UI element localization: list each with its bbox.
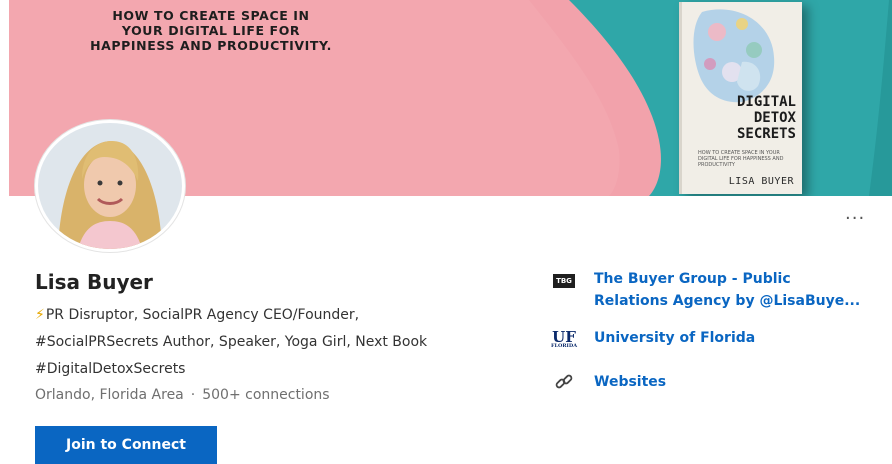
company-logo: TBG — [553, 268, 575, 290]
separator: · — [190, 387, 196, 403]
book-title: DIGITAL DETOX SECRETS — [736, 94, 796, 142]
lightning-icon: ⚡ — [35, 307, 45, 323]
school-link[interactable]: University of Florida — [594, 327, 879, 349]
location-line: Orlando, Florida Area · 500+ connections — [35, 387, 330, 403]
link-icon — [553, 371, 575, 393]
connections-count: 500+ connections — [202, 387, 330, 403]
avatar — [35, 120, 185, 252]
avatar-portrait — [38, 123, 182, 249]
websites[interactable]: Websites — [553, 371, 879, 393]
avatar-photo — [35, 120, 185, 252]
university-logo: UF FLORIDA — [550, 327, 578, 349]
education[interactable]: UF FLORIDA University of Florida — [550, 327, 879, 349]
book-subtitle: HOW TO CREATE SPACE IN YOUR DIGITAL LIFE… — [698, 150, 784, 168]
profile-headline: ⚡PR Disruptor, SocialPR Agency CEO/Found… — [35, 307, 428, 377]
current-company[interactable]: TBG The Buyer Group - Public Relations A… — [553, 268, 879, 312]
join-to-connect-button[interactable]: Join to Connect — [35, 426, 217, 464]
banner-tagline: HOW TO CREATE SPACE IN YOUR DIGITAL LIFE… — [90, 8, 332, 53]
book-author: LISA BUYER — [728, 176, 794, 187]
company-link[interactable]: The Buyer Group - Public Relations Agenc… — [594, 268, 879, 312]
book-cover: DIGITAL DETOX SECRETS HOW TO CREATE SPAC… — [679, 2, 802, 194]
websites-link[interactable]: Websites — [594, 371, 879, 393]
more-options-button[interactable]: ··· — [845, 210, 865, 228]
profile-name: Lisa Buyer — [35, 270, 153, 294]
location: Orlando, Florida Area — [35, 387, 184, 403]
